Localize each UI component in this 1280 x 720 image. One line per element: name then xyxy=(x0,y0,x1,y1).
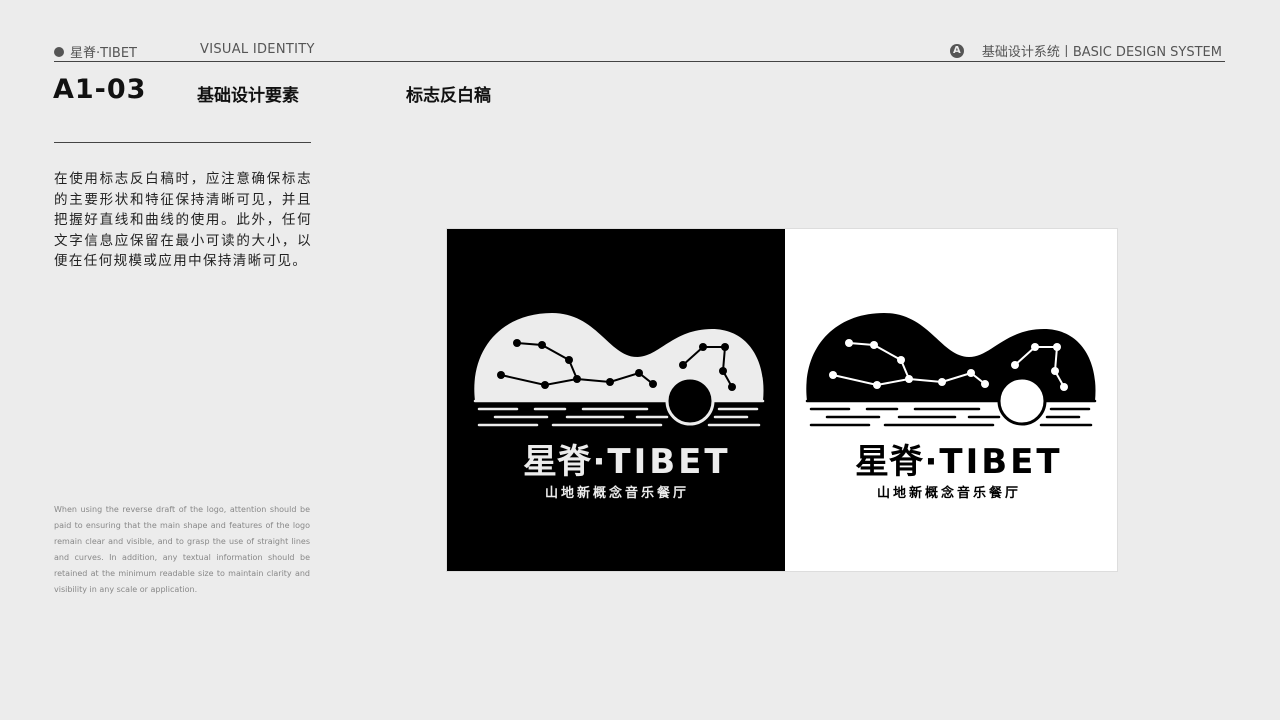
logo-tagline-positive: 山地新概念音乐餐厅 xyxy=(877,485,1021,501)
system-label: A 基础设计系统丨BASIC DESIGN SYSTEM xyxy=(949,41,1222,60)
logo-name-cn: 星脊 xyxy=(523,442,592,482)
system-text: 基础设计系统丨BASIC DESIGN SYSTEM xyxy=(981,45,1222,60)
logo-name-en: TIBET xyxy=(607,442,730,482)
section-label: VISUAL IDENTITY xyxy=(200,42,315,57)
logo-dot-positive: · xyxy=(925,442,938,482)
header-divider xyxy=(54,61,1225,62)
brand-text: 星脊·TIBET xyxy=(70,46,137,61)
brand-dot-icon xyxy=(54,46,64,57)
logo-reverse-panel: 星脊 · TIBET 山地新概念音乐餐厅 xyxy=(447,229,785,571)
logo-tagline: 山地新概念音乐餐厅 xyxy=(545,485,689,501)
logo-name-cn-positive: 星脊 xyxy=(855,442,924,482)
section-divider xyxy=(54,142,311,143)
page-category: 基础设计要素 xyxy=(197,86,299,106)
system-badge-icon: A xyxy=(949,43,964,58)
logo-showcase: 星脊 · TIBET 山地新概念音乐餐厅 星脊 · TIBET 山地新概念音乐餐… xyxy=(446,228,1118,572)
logo-positive-emblem: 星脊 · TIBET 山地新概念音乐餐厅 xyxy=(805,313,1097,501)
logo-dot: · xyxy=(593,442,606,482)
logo-positive-panel: 星脊 · TIBET 山地新概念音乐餐厅 xyxy=(784,229,1117,571)
brand-label: 星脊·TIBET xyxy=(54,42,137,61)
logo-name-en-positive: TIBET xyxy=(939,442,1062,482)
page-title: 标志反白稿 xyxy=(406,86,491,106)
description-chinese: 在使用标志反白稿时，应注意确保标志的主要形状和特征保持清晰可见，并且把握好直线和… xyxy=(54,171,312,269)
logo-reverse-emblem: 星脊 · TIBET 山地新概念音乐餐厅 xyxy=(473,313,765,501)
page-code: A1-03 xyxy=(53,74,147,105)
description-english: When using the reverse draft of the logo… xyxy=(54,505,310,594)
